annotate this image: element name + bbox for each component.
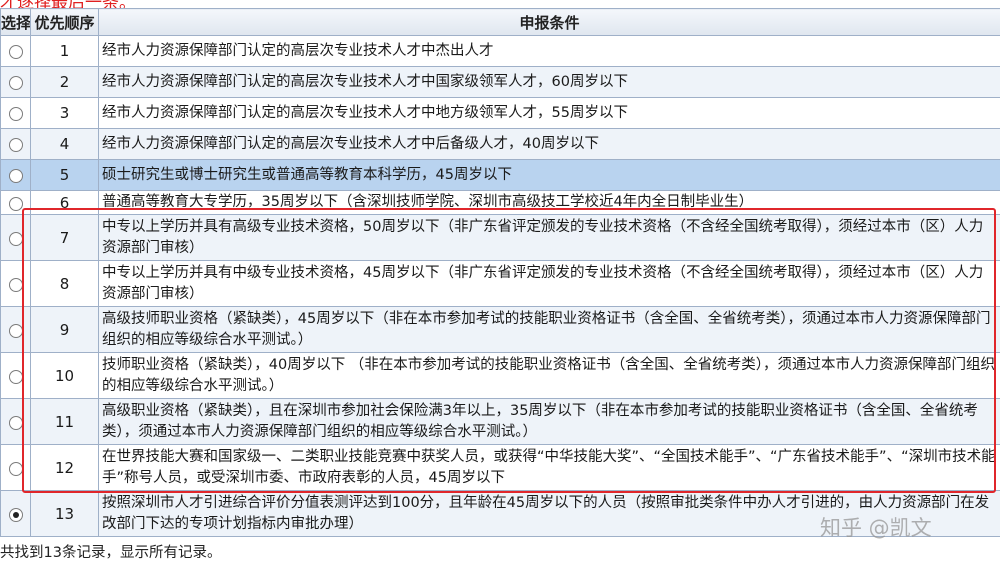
row-order: 7 — [30, 214, 99, 261]
row-condition: 技师职业资格（紧缺类），40周岁以下 （非在本市参加考试的技能职业资格证书（含全… — [98, 352, 1000, 399]
row-order: 12 — [30, 444, 99, 491]
row-condition: 经市人力资源保障部门认定的高层次专业技术人才中杰出人才 — [98, 35, 1000, 67]
row-order: 13 — [30, 490, 99, 537]
header-condition: 申报条件 — [98, 8, 1000, 36]
row-order: 2 — [30, 66, 99, 98]
row-condition: 硕士研究生或博士研究生或普通高等教育本科学历，45周岁以下 — [98, 159, 1000, 191]
radio-button[interactable] — [8, 138, 23, 152]
row-condition: 经市人力资源保障部门认定的高层次专业技术人才中后备级人才，40周岁以下 — [98, 128, 1000, 160]
row-order: 9 — [30, 306, 99, 353]
radio-button[interactable] — [8, 107, 23, 121]
radio-button[interactable] — [8, 323, 23, 338]
table-row[interactable]: 8 中专以上学历并具有中级专业技术资格，45周岁以下（非广东省评定颁发的专业技术… — [0, 260, 1000, 307]
table-row[interactable]: 10 技师职业资格（紧缺类），40周岁以下 （非在本市参加考试的技能职业资格证书… — [0, 352, 1000, 399]
radio-button[interactable] — [8, 231, 23, 246]
row-condition: 高级技师职业资格（紧缺类），45周岁以下（非在本市参加考试的技能职业资格证书（含… — [98, 306, 1000, 353]
radio-button[interactable] — [8, 169, 23, 183]
row-order: 11 — [30, 398, 99, 445]
conditions-table: 选择 优先顺序 申报条件 1 经市人力资源保障部门认定的高层次专业技术人才中杰出… — [0, 8, 1000, 537]
row-condition: 在世界技能大赛和国家级一、二类职业技能竞赛中获奖人员，或获得“中华技能大奖”、“… — [98, 444, 1000, 491]
radio-button[interactable] — [8, 45, 23, 59]
row-order: 4 — [30, 128, 99, 160]
top-note: 才逐择最后一条。 — [0, 0, 136, 13]
table-row[interactable]: 7 中专以上学历并具有高级专业技术资格，50周岁以下（非广东省评定颁发的专业技术… — [0, 214, 1000, 261]
row-condition: 经市人力资源保障部门认定的高层次专业技术人才中地方级领军人才，55周岁以下 — [98, 97, 1000, 129]
header-order: 优先顺序 — [30, 8, 99, 36]
table-row-highlighted[interactable]: 5 硕士研究生或博士研究生或普通高等教育本科学历，45周岁以下 — [0, 159, 1000, 191]
row-condition: 中专以上学历并具有中级专业技术资格，45周岁以下（非广东省评定颁发的专业技术资格… — [98, 260, 1000, 307]
radio-button[interactable] — [8, 76, 23, 90]
radio-button[interactable] — [8, 196, 23, 211]
radio-button-checked[interactable] — [8, 507, 23, 522]
row-order: 3 — [30, 97, 99, 129]
row-order: 6 — [30, 190, 99, 215]
row-order: 8 — [30, 260, 99, 307]
row-order: 5 — [30, 159, 99, 191]
radio-button[interactable] — [8, 461, 23, 476]
row-condition: 经市人力资源保障部门认定的高层次专业技术人才中国家级领军人才，60周岁以下 — [98, 66, 1000, 98]
radio-button[interactable] — [8, 277, 23, 292]
row-condition: 高级职业资格（紧缺类），且在深圳市参加社会保险满3年以上，35周岁以下（非在本市… — [98, 398, 1000, 445]
header-select: 选择 — [0, 8, 31, 36]
table-row[interactable]: 1 经市人力资源保障部门认定的高层次专业技术人才中杰出人才 — [0, 35, 1000, 67]
row-order: 1 — [30, 35, 99, 67]
table-row[interactable]: 6 普通高等教育大专学历，35周岁以下（含深圳技师学院、深圳市高级技工学校近4年… — [0, 190, 1000, 215]
table-row[interactable]: 11 高级职业资格（紧缺类），且在深圳市参加社会保险满3年以上，35周岁以下（非… — [0, 398, 1000, 445]
record-count-status: 共找到13条记录，显示所有记录。 — [0, 545, 222, 561]
radio-button[interactable] — [8, 415, 23, 430]
watermark: 知乎 @凯文 — [820, 516, 932, 540]
row-condition: 中专以上学历并具有高级专业技术资格，50周岁以下（非广东省评定颁发的专业技术资格… — [98, 214, 1000, 261]
row-order: 10 — [30, 352, 99, 399]
table-row[interactable]: 9 高级技师职业资格（紧缺类），45周岁以下（非在本市参加考试的技能职业资格证书… — [0, 306, 1000, 353]
radio-button[interactable] — [8, 369, 23, 384]
table-row[interactable]: 4 经市人力资源保障部门认定的高层次专业技术人才中后备级人才，40周岁以下 — [0, 128, 1000, 160]
table-header: 选择 优先顺序 申报条件 — [0, 8, 1000, 36]
table-row[interactable]: 2 经市人力资源保障部门认定的高层次专业技术人才中国家级领军人才，60周岁以下 — [0, 66, 1000, 98]
table-row[interactable]: 12 在世界技能大赛和国家级一、二类职业技能竞赛中获奖人员，或获得“中华技能大奖… — [0, 444, 1000, 491]
table-row[interactable]: 3 经市人力资源保障部门认定的高层次专业技术人才中地方级领军人才，55周岁以下 — [0, 97, 1000, 129]
row-condition: 普通高等教育大专学历，35周岁以下（含深圳技师学院、深圳市高级技工学校近4年内全… — [98, 190, 1000, 215]
